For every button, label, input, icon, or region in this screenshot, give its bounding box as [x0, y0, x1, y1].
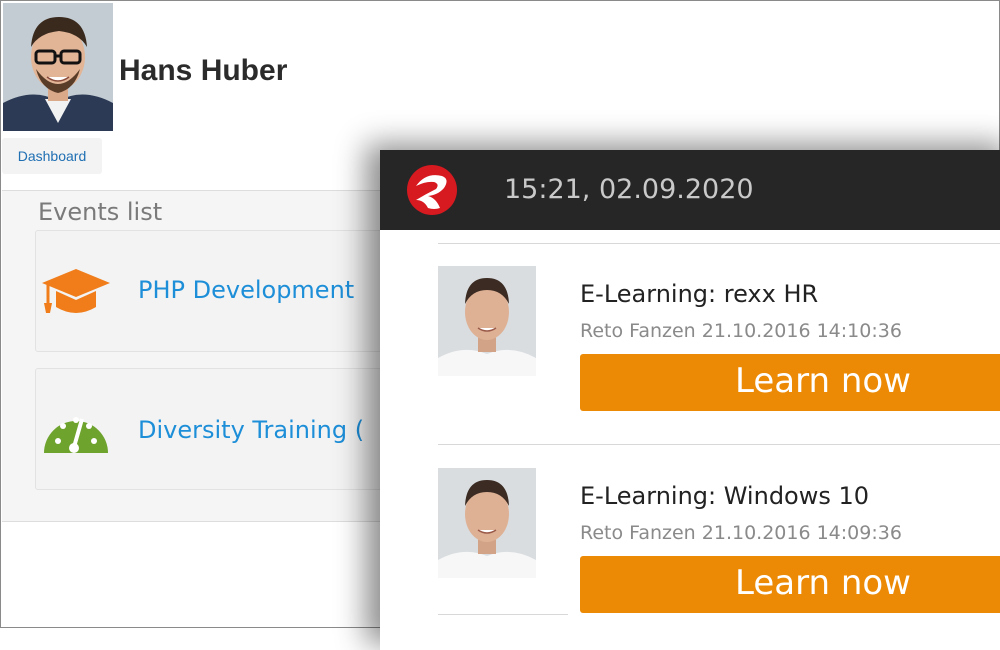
dashboard-button[interactable]: Dashboard [2, 138, 102, 174]
events-list-title: Events list [38, 198, 163, 226]
list-item: E-Learning: rexx HR Reto Fanzen 21.10.20… [380, 266, 1000, 426]
divider [438, 614, 568, 615]
author-photo [438, 468, 536, 578]
news-title: E-Learning: rexx HR [580, 280, 819, 308]
graduation-cap-icon [42, 269, 110, 313]
notification-header: 15:21, 02.09.2020 [380, 150, 1000, 230]
event-label[interactable]: Diversity Training ( [138, 416, 364, 444]
news-title: E-Learning: Windows 10 [580, 482, 870, 510]
button-label: Learn now [735, 361, 911, 401]
notification-window: 15:21, 02.09.2020 E-Learning: rexx HR Re… [380, 150, 1000, 650]
author-photo [438, 266, 536, 376]
divider [438, 243, 1000, 244]
user-avatar [3, 3, 113, 131]
gauge-icon [44, 417, 108, 453]
rexx-logo-icon [407, 165, 457, 215]
event-label[interactable]: PHP Development [138, 276, 354, 304]
news-meta: Reto Fanzen 21.10.2016 14:09:36 [580, 522, 902, 544]
learn-now-button[interactable]: Learn now [580, 556, 1000, 613]
news-meta: Reto Fanzen 21.10.2016 14:10:36 [580, 320, 902, 342]
button-label: Learn now [735, 563, 911, 603]
header-datetime: 15:21, 02.09.2020 [504, 174, 754, 205]
learn-now-button[interactable]: Learn now [580, 354, 1000, 411]
user-name: Hans Huber [119, 54, 288, 87]
list-item: E-Learning: Windows 10 Reto Fanzen 21.10… [380, 468, 1000, 628]
divider [438, 444, 1000, 445]
